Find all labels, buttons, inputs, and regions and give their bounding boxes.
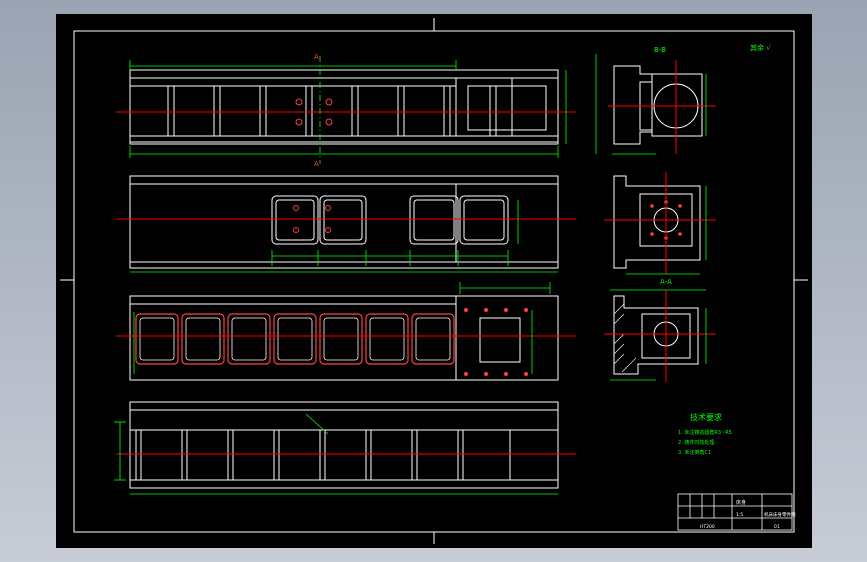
- long-section-rib: [411, 429, 418, 481]
- front-view-ribs: [167, 85, 497, 137]
- plan-cell-inner: [277, 317, 313, 361]
- plan-cell: [273, 313, 317, 365]
- drawing-sheet: A A B-B A-A 其余 √ 技术要求 1. 未注铸造圆角R3~R5 2. …: [56, 14, 812, 548]
- section-mark-bottom: A: [314, 160, 319, 168]
- tech-requirements-title: 技术要求: [690, 412, 722, 422]
- plan-cell-inner: [231, 317, 267, 361]
- tech-requirement-3: 3. 未注倒角C1: [678, 449, 711, 456]
- long-section-rib: [457, 429, 464, 481]
- section-mark-top: A: [314, 53, 319, 61]
- front-view-rib: [489, 85, 497, 137]
- long-section: [129, 401, 559, 489]
- plan-cell-inner: [139, 317, 175, 361]
- side-view-title: B-B: [654, 46, 666, 54]
- long-section-ribs: [135, 429, 464, 481]
- long-section-rib: [227, 429, 234, 481]
- long-section-rib: [319, 429, 326, 481]
- tech-requirement-1: 1. 未注铸造圆角R3~R5: [678, 429, 732, 436]
- long-section-rib: [181, 429, 188, 481]
- front-view-dims: [129, 56, 567, 164]
- plan-section: [129, 295, 559, 381]
- roughness-note: 其余 √: [750, 43, 771, 52]
- side-view: [613, 65, 703, 145]
- section-view-hatch: [613, 303, 637, 373]
- front-view-rib: [305, 85, 313, 137]
- title-block-scale: 1:5: [736, 512, 743, 518]
- front-view-rib: [213, 85, 221, 137]
- end-view: [613, 175, 701, 269]
- long-section-rib: [365, 429, 372, 481]
- section-view: [613, 295, 699, 375]
- plan-cell-inner: [323, 317, 359, 361]
- cad-drawing: A A B-B A-A 其余 √ 技术要求 1. 未注铸造圆角R3~R5 2. …: [60, 18, 808, 544]
- plan-cell: [411, 313, 455, 365]
- title-block-material: HT200: [700, 524, 715, 530]
- top-view-dims: [130, 200, 558, 273]
- front-view-rib: [259, 85, 267, 137]
- plan-cell: [365, 313, 409, 365]
- plan-cell-inner: [415, 317, 451, 361]
- front-view-rib: [351, 85, 359, 137]
- title-block-drawing-title: 机床床身零件图: [764, 511, 796, 518]
- long-section-rib: [135, 429, 142, 481]
- plan-cell: [227, 313, 271, 365]
- plan-cell: [319, 313, 363, 365]
- title-block-sheet-no: 01: [774, 524, 780, 530]
- plan-cell: [181, 313, 225, 365]
- side-view-dims: [595, 54, 707, 155]
- plan-cell: [135, 313, 179, 365]
- front-view-rib: [397, 85, 405, 137]
- plan-cell-inner: [369, 317, 405, 361]
- plan-section-cells: [135, 313, 455, 365]
- front-view: [129, 69, 559, 145]
- front-view-rib: [167, 85, 175, 137]
- front-view-rib: [443, 85, 451, 137]
- long-section-rib: [273, 429, 280, 481]
- section-view-title: A-A: [660, 278, 672, 286]
- top-view: [129, 175, 559, 269]
- title-block-part-name: 床身: [736, 499, 746, 506]
- tech-requirement-2: 2. 铸件时效处理: [678, 439, 714, 446]
- plan-cell-inner: [185, 317, 221, 361]
